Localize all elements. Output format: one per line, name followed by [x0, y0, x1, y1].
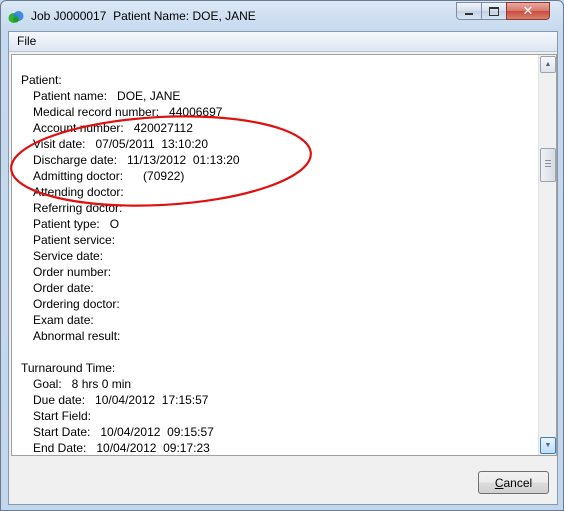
window-title: Job J0000017 Patient Name: DOE, JANE — [31, 9, 256, 23]
app-logo-icon — [8, 11, 24, 23]
report-line: Abnormal result: — [33, 329, 121, 343]
report-line: Patient name: DOE, JANE — [33, 89, 181, 103]
maximize-icon — [489, 6, 499, 16]
report-text-area[interactable]: Patient: Patient name: DOE, JANE Medical r… — [11, 54, 557, 456]
minimize-icon — [465, 13, 473, 15]
report-line: End Date: 10/04/2012 09:17:23 — [33, 441, 210, 455]
title-bar[interactable]: Job J0000017 Patient Name: DOE, JANE ✕ — [1, 1, 563, 31]
report-line: Ordering doctor: — [33, 297, 120, 311]
report-line: Turnaround Time: — [21, 361, 116, 375]
cancel-button[interactable]: Cancel — [478, 471, 549, 494]
report-line: Patient service: — [33, 233, 116, 247]
scroll-up-arrow-icon: ▲ — [544, 61, 552, 68]
scroll-thumb[interactable] — [540, 148, 556, 182]
client-area: File Patient: Patient name: DOE, JANE Medi… — [8, 31, 558, 505]
report-line: Goal: 8 hrs 0 min — [33, 377, 132, 391]
report-line: Order date: — [33, 281, 94, 295]
report-line: Admitting doctor: (70922) — [33, 169, 185, 183]
minimize-button[interactable] — [456, 2, 482, 20]
report-line: Exam date: — [33, 313, 94, 327]
report-line: Account number: 420027112 — [33, 121, 193, 135]
scroll-down-button[interactable]: ▼ — [540, 437, 556, 454]
report-line: Order number: — [33, 265, 112, 279]
maximize-button[interactable] — [481, 2, 507, 20]
report-line: Visit date: 07/05/2011 13:10:20 — [33, 137, 209, 151]
close-button[interactable]: ✕ — [506, 2, 550, 20]
report-line: Start Date: 10/04/2012 09:15:57 — [33, 425, 214, 439]
report-line: Attending doctor: — [33, 185, 124, 199]
menu-bar: File — [9, 32, 557, 52]
scroll-up-button[interactable]: ▲ — [540, 56, 556, 73]
report-line: Service date: — [33, 249, 104, 263]
report-line: Patient type: O — [33, 217, 120, 231]
report-line: Start Field: — [33, 409, 92, 423]
report-line: Discharge date: 11/13/2012 01:13:20 — [33, 153, 240, 167]
close-icon: ✕ — [522, 3, 534, 18]
report-line: Due date: 10/04/2012 17:15:57 — [33, 393, 209, 407]
menu-file[interactable]: File — [15, 34, 38, 48]
vertical-scrollbar[interactable]: ▲ ▼ — [538, 55, 556, 455]
report-line: Patient: — [21, 73, 62, 87]
report-line: Medical record number: 44006697 — [33, 105, 223, 119]
report-window: Job J0000017 Patient Name: DOE, JANE ✕ F… — [0, 0, 564, 511]
cancel-label: Cancel — [494, 475, 533, 490]
report-line: Referring doctor: — [33, 201, 123, 215]
scroll-down-arrow-icon: ▼ — [544, 442, 552, 449]
